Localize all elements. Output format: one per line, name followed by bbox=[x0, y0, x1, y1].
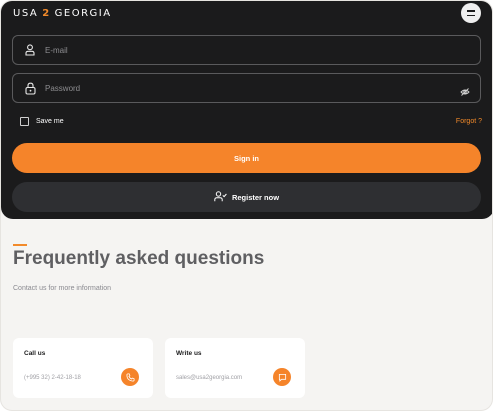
password-field[interactable]: Password bbox=[12, 73, 481, 103]
logo-suffix: GEORGIA bbox=[54, 7, 112, 19]
accent-divider bbox=[13, 244, 27, 246]
lock-icon bbox=[24, 81, 36, 95]
write-us-title: Write us bbox=[176, 350, 202, 357]
save-me-checkbox[interactable] bbox=[20, 117, 29, 126]
call-us-title: Call us bbox=[24, 350, 46, 357]
save-me-toggle[interactable]: Save me bbox=[20, 117, 64, 126]
faq-title: Frequently asked questions bbox=[13, 248, 265, 269]
logo-number: 2 bbox=[42, 7, 51, 19]
chat-icon[interactable] bbox=[273, 368, 291, 386]
faq-subtitle: Contact us for more information bbox=[13, 285, 112, 292]
logo[interactable]: USA 2 GEORGIA bbox=[13, 7, 112, 19]
register-label: Register now bbox=[231, 192, 280, 202]
hamburger-icon-line bbox=[467, 14, 475, 16]
login-panel: USA 2 GEORGIA E-mail Password Save me Fo… bbox=[1, 1, 492, 219]
hamburger-icon bbox=[467, 10, 475, 12]
save-me-label: Save me bbox=[36, 118, 64, 125]
password-placeholder: Password bbox=[45, 83, 81, 93]
write-us-card: Write us sales@usa2georgia.com bbox=[165, 338, 305, 398]
email-field[interactable]: E-mail bbox=[12, 35, 481, 65]
user-check-icon bbox=[214, 190, 227, 204]
register-button[interactable]: Register now bbox=[12, 182, 481, 212]
logo-prefix: USA bbox=[13, 7, 39, 19]
forgot-password-link[interactable]: Forgot ? bbox=[456, 118, 482, 125]
call-us-card: Call us (+995 32) 2-42-18-18 bbox=[13, 338, 153, 398]
phone-number[interactable]: (+995 32) 2-42-18-18 bbox=[24, 375, 81, 381]
sign-in-button[interactable]: Sign in bbox=[12, 143, 481, 173]
app-frame: USA 2 GEORGIA E-mail Password Save me Fo… bbox=[0, 0, 493, 411]
menu-button[interactable] bbox=[461, 3, 481, 23]
sign-in-label: Sign in bbox=[234, 153, 259, 163]
email-address[interactable]: sales@usa2georgia.com bbox=[176, 375, 242, 381]
eye-off-icon[interactable] bbox=[460, 84, 470, 96]
phone-icon[interactable] bbox=[121, 368, 139, 386]
email-placeholder: E-mail bbox=[45, 45, 68, 55]
user-icon bbox=[24, 43, 36, 57]
